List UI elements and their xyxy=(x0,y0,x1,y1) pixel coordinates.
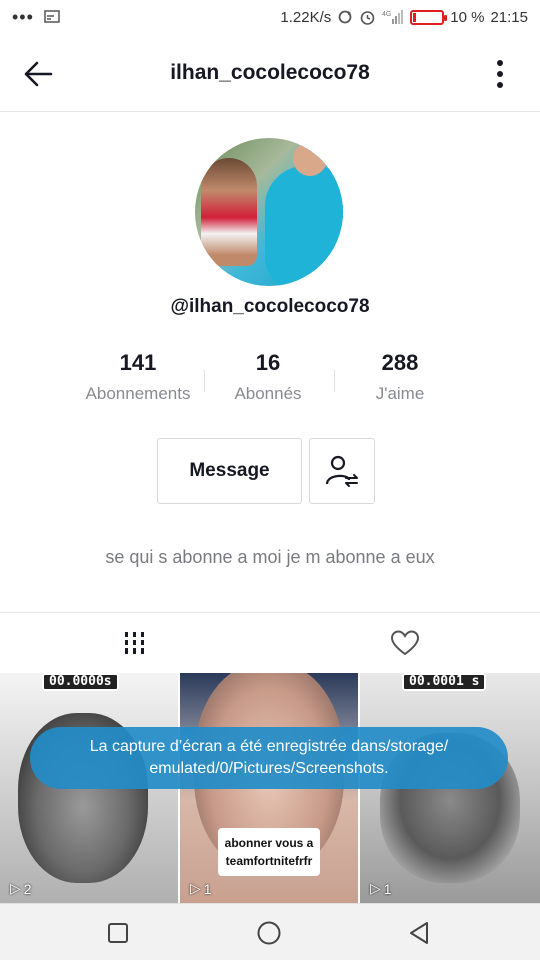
status-time: 21:15 xyxy=(490,8,528,26)
cast-icon xyxy=(44,10,60,23)
svg-text:4G: 4G xyxy=(382,11,391,18)
sync-icon xyxy=(338,10,352,24)
header-title: ilhan_cocolecoco78 xyxy=(170,60,370,84)
battery-fill xyxy=(413,12,417,22)
play-count-value: 1 xyxy=(383,880,392,897)
circle-icon xyxy=(257,921,281,945)
toast-line: emulated/0/Pictures/Screenshots. xyxy=(149,760,389,777)
video-timer: 00.0001 s xyxy=(402,673,487,691)
user-swap-icon xyxy=(325,455,358,487)
video-caption-line: abonner vous a xyxy=(224,836,314,850)
system-nav-bar xyxy=(0,903,540,960)
signal-icon: 4G xyxy=(382,10,404,24)
profile-bio: se qui s abonne a moi je m abonne a eux xyxy=(105,547,435,567)
stat-followers-label: Abonnés xyxy=(234,384,302,403)
play-icon: ▷ xyxy=(190,880,201,896)
play-icon: ▷ xyxy=(10,880,21,896)
avatar-face-right xyxy=(293,142,327,176)
profile-header: ilhan_cocolecoco78 xyxy=(0,34,540,112)
video-caption: abonner vous a teamfortnitefrfr xyxy=(218,828,320,876)
play-count: ▷ 1 xyxy=(190,880,212,897)
back-nav-button[interactable] xyxy=(404,918,434,948)
arrow-left-icon xyxy=(24,61,53,87)
stat-following[interactable]: 141 Abonnements xyxy=(68,350,208,404)
content-tabs xyxy=(0,612,540,673)
back-button[interactable] xyxy=(18,56,58,92)
alarm-icon xyxy=(360,10,375,25)
network-speed: 1.22K/s xyxy=(280,8,332,26)
play-icon: ▷ xyxy=(370,880,381,896)
profile-handle: @ilhan_cocolecoco78 xyxy=(170,296,370,317)
vertical-dots-icon xyxy=(497,60,503,88)
more-dots-icon: ••• xyxy=(12,6,34,27)
battery-text: 10 % xyxy=(450,8,485,26)
stat-likes-label: J'aime xyxy=(375,384,425,403)
status-left: ••• xyxy=(12,7,60,28)
square-icon xyxy=(108,923,128,943)
tab-liked[interactable] xyxy=(270,613,540,673)
play-count: ▷ 1 xyxy=(370,880,392,897)
profile-stats: 141 Abonnements 16 Abonnés 288 J'aime xyxy=(0,350,540,410)
stat-followers[interactable]: 16 Abonnés xyxy=(198,350,338,404)
avatar-person-left xyxy=(201,158,257,266)
toast-line: La capture d’écran a été enregistrée dan… xyxy=(89,738,449,755)
follow-toggle-button[interactable] xyxy=(309,438,375,504)
video-caption-line: teamfortnitefrfr xyxy=(225,854,313,868)
battery-icon xyxy=(410,9,448,25)
triangle-back-icon xyxy=(410,922,428,944)
play-count-value: 2 xyxy=(23,880,32,897)
status-right: 1.22K/s 4G 10 % 21:15 xyxy=(280,9,528,26)
video-timer: 00.0000s xyxy=(42,673,119,691)
stat-following-value: 141 xyxy=(119,350,157,375)
stat-following-label: Abonnements xyxy=(85,384,191,403)
message-button[interactable]: Message xyxy=(157,438,302,504)
avatar[interactable] xyxy=(195,138,343,286)
tab-videos[interactable] xyxy=(0,613,270,673)
more-options-button[interactable] xyxy=(488,56,512,92)
avatar-person-right xyxy=(265,166,343,286)
status-bar: ••• 1.22K/s 4G 10 % 21:15 xyxy=(0,0,540,34)
stat-likes-value: 288 xyxy=(381,350,419,375)
screenshot-toast: La capture d’écran a été enregistrée dan… xyxy=(30,727,508,789)
stat-followers-value: 16 xyxy=(255,350,281,375)
recents-button[interactable] xyxy=(103,918,133,948)
heart-icon xyxy=(390,630,420,656)
home-button[interactable] xyxy=(254,918,284,948)
play-count: ▷ 2 xyxy=(10,880,32,897)
stat-likes: 288 J'aime xyxy=(330,350,470,404)
play-count-value: 1 xyxy=(203,880,212,897)
grid-icon xyxy=(125,632,144,654)
